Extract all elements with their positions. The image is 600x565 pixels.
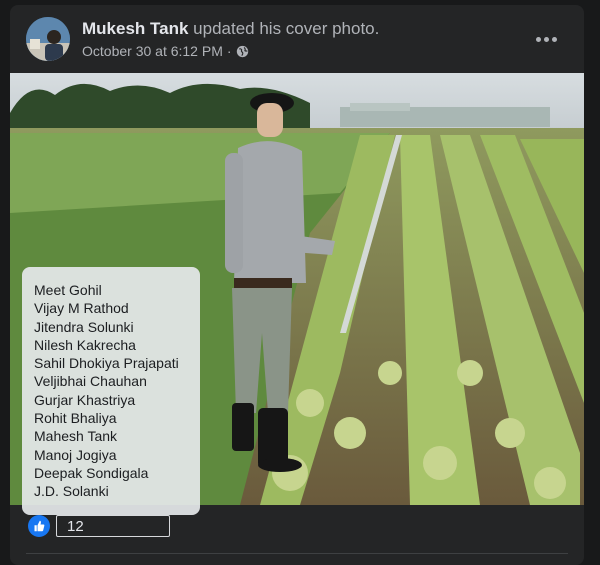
tagged-names-panel: Meet Gohil Vijay M Rathod Jitendra Solun… (22, 267, 200, 515)
tagged-name[interactable]: Jitendra Solunki (34, 318, 200, 336)
reaction-summary[interactable]: 12 (28, 515, 170, 537)
divider (26, 553, 568, 554)
tagged-name[interactable]: Nilesh Kakrecha (34, 336, 200, 354)
tagged-name[interactable]: Sahil Dhokiya Prajapati (34, 354, 200, 372)
tagged-name[interactable]: Vijay M Rathod (34, 299, 200, 317)
post-header-text: Mukesh Tank updated his cover photo. (82, 19, 379, 39)
tagged-name[interactable]: J.D. Solanki (34, 482, 200, 500)
meta-separator: · (226, 43, 232, 59)
post-action-text: updated his cover photo. (188, 19, 380, 38)
reaction-count[interactable]: 12 (56, 515, 170, 537)
like-icon (28, 515, 50, 537)
author-name[interactable]: Mukesh Tank (82, 19, 188, 38)
tagged-name[interactable]: Deepak Sondigala (34, 464, 200, 482)
post-card: Mukesh Tank updated his cover photo. Oct… (10, 5, 584, 565)
tagged-name[interactable]: Meet Gohil (34, 281, 200, 299)
more-horizontal-icon (535, 36, 541, 42)
tagged-name[interactable]: Manoj Jogiya (34, 446, 200, 464)
post-meta: October 30 at 6:12 PM · (82, 43, 249, 59)
avatar[interactable] (26, 17, 70, 61)
tagged-name[interactable]: Rohit Bhaliya (34, 409, 200, 427)
more-options-button[interactable] (528, 27, 564, 51)
tagged-name[interactable]: Veljibhai Chauhan (34, 372, 200, 390)
tagged-name[interactable]: Mahesh Tank (34, 427, 200, 445)
globe-icon (236, 45, 249, 58)
post-timestamp[interactable]: October 30 at 6:12 PM (82, 43, 223, 59)
tagged-name[interactable]: Gurjar Khastriya (34, 391, 200, 409)
